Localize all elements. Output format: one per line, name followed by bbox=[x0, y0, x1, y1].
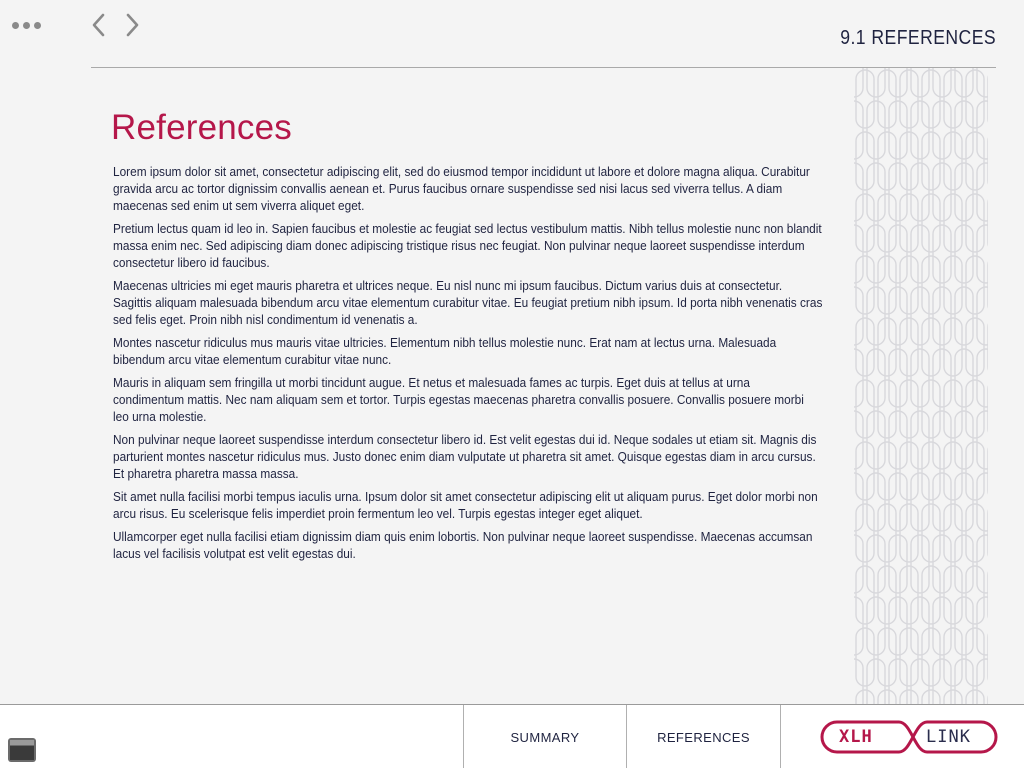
chevron-left-icon[interactable] bbox=[88, 12, 110, 38]
more-dots-icon[interactable] bbox=[12, 18, 44, 32]
dot bbox=[34, 21, 41, 29]
paragraph: Lorem ipsum dolor sit amet, consectetur … bbox=[113, 165, 810, 213]
section-title: 9.1 REFERENCES bbox=[840, 27, 996, 49]
top-bar: 9.1 REFERENCES bbox=[0, 0, 1024, 68]
bottom-bar: SUMMARY REFERENCES XLH LINK bbox=[0, 704, 1024, 768]
logo-text-link: LINK bbox=[926, 727, 971, 747]
chevron-right-icon[interactable] bbox=[121, 12, 143, 38]
tab-references[interactable]: REFERENCES bbox=[626, 705, 780, 768]
dot bbox=[12, 21, 19, 29]
logo-area[interactable]: XLH LINK bbox=[780, 705, 1024, 768]
tab-summary[interactable]: SUMMARY bbox=[463, 705, 626, 768]
main-content: References Lorem ipsum dolor sit amet, c… bbox=[111, 108, 823, 569]
paragraph: Non pulvinar neque laoreet suspendisse i… bbox=[113, 433, 817, 481]
page-title: References bbox=[111, 108, 292, 147]
paragraph: Mauris in aliquam sem fringilla ut morbi… bbox=[113, 376, 804, 424]
paragraph: Pretium lectus quam id leo in. Sapien fa… bbox=[113, 222, 822, 270]
paragraph: Ullamcorper eget nulla facilisi etiam di… bbox=[113, 530, 813, 561]
dot bbox=[23, 21, 30, 29]
xlh-link-logo[interactable]: XLH LINK bbox=[819, 719, 999, 755]
paragraph: Maecenas ultricies mi eget mauris pharet… bbox=[113, 279, 823, 327]
logo-text-xlh: XLH bbox=[839, 727, 873, 747]
thumbnail-icon[interactable] bbox=[7, 737, 37, 763]
paragraph: Sit amet nulla facilisi morbi tempus iac… bbox=[113, 490, 818, 521]
decorative-chain-pattern bbox=[854, 68, 988, 704]
paragraph: Montes nascetur ridiculus mus mauris vit… bbox=[113, 336, 777, 367]
